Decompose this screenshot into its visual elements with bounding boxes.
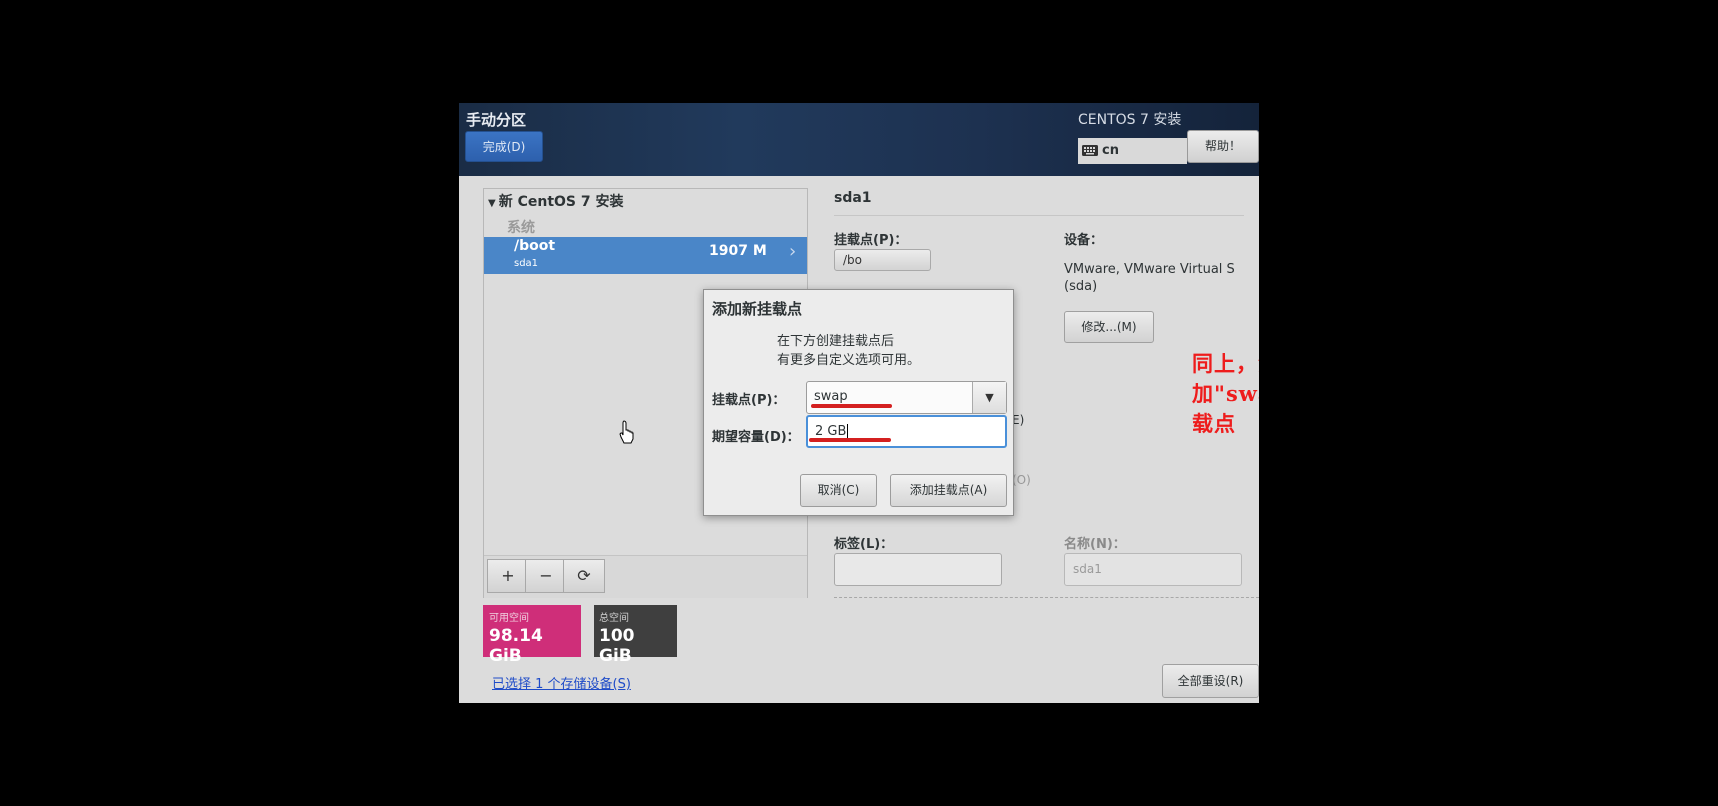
chevron-right-icon: › [789, 241, 797, 262]
partition-mount-label: /boot [514, 238, 556, 254]
keyboard-icon [1082, 145, 1098, 156]
dialog-description-line-1: 在下方创建挂载点后 [777, 334, 895, 349]
annotation-underline-1 [811, 404, 892, 408]
product-title: CENTOS 7 安装 [1078, 112, 1182, 128]
partition-toolbar: + − ⟳ [484, 555, 807, 598]
help-button[interactable]: 帮助！ [1187, 130, 1259, 163]
total-space-box: 总空间 100 GiB [594, 605, 677, 666]
expander-arrow-icon[interactable]: ▼ [488, 198, 496, 209]
page-title: 手动分区 [466, 111, 527, 129]
dashed-divider [834, 597, 1259, 598]
mount-point-combobox[interactable]: swap ▼ [806, 381, 1007, 414]
total-space-label: 总空间 [599, 613, 629, 624]
hand-cursor-icon [619, 420, 634, 444]
dropdown-arrow-icon[interactable]: ▼ [972, 382, 1006, 413]
add-partition-button[interactable]: + [487, 559, 529, 593]
partition-size-label: 1907 M [709, 243, 767, 259]
available-space-label: 可用空间 [489, 613, 529, 624]
selected-storage-link[interactable]: 已选择 1 个存储设备(S) [492, 673, 631, 692]
details-mount-label: 挂载点(P)： [834, 233, 908, 248]
name-input[interactable]: sda1 [1064, 553, 1242, 586]
keyboard-layout-indicator[interactable]: cn [1078, 138, 1187, 164]
details-title: sda1 [834, 190, 872, 206]
partition-device-label: sda1 [514, 258, 539, 269]
modify-button[interactable]: 修改...(M) [1064, 311, 1154, 343]
partition-row-boot[interactable]: /boot sda1 1907 M › [484, 237, 807, 274]
install-tree-header[interactable]: ▼ 新 CentOS 7 安装 [488, 191, 623, 211]
system-group-label: 系统 [507, 220, 535, 236]
desired-capacity-value: 2 GB [815, 424, 847, 439]
dialog-title: 添加新挂载点 [712, 300, 803, 318]
details-name-label: 名称(N)： [1064, 537, 1126, 552]
add-mount-point-button[interactable]: 添加挂载点(A) [890, 474, 1007, 507]
label-input[interactable] [834, 553, 1002, 586]
reset-all-button[interactable]: 全部重设(R) [1162, 664, 1259, 698]
mount-point-value[interactable]: swap [814, 389, 848, 404]
keyboard-layout-label: cn [1102, 143, 1119, 158]
details-label-label: 标签(L)： [834, 537, 894, 552]
remove-partition-button[interactable]: − [525, 559, 567, 593]
add-mount-point-dialog: 添加新挂载点 在下方创建挂载点后 有更多自定义选项可用。 挂载点(P)： swa… [703, 289, 1014, 516]
details-device-value: VMware, VMware Virtual S (sda) [1064, 262, 1235, 294]
refresh-button[interactable]: ⟳ [563, 559, 605, 593]
total-space-value: 100 GiB [599, 626, 635, 666]
cancel-button[interactable]: 取消(C) [800, 474, 877, 507]
text-caret [847, 424, 849, 439]
details-divider [834, 215, 1244, 216]
annotation-underline-2 [809, 438, 891, 442]
dialog-description-line-2: 有更多自定义选项可用。 [777, 353, 921, 368]
install-tree-title: 新 CentOS 7 安装 [498, 194, 624, 210]
tutorial-annotation: 同上，添加"swap"挂载点 [1192, 351, 1259, 436]
desired-capacity-input[interactable]: 2 GB [806, 415, 1007, 448]
available-space-box: 可用空间 98.14 GiB [483, 605, 581, 666]
done-button[interactable]: 完成(D) [465, 131, 543, 162]
details-device-label: 设备： [1064, 233, 1104, 248]
header-bar: 手动分区 完成(D) CENTOS 7 安装 cn 帮助！ [459, 103, 1259, 176]
details-mount-field[interactable]: /bo [834, 249, 931, 271]
desired-capacity-label: 期望容量(D)： [712, 430, 800, 445]
details-obscured-text-2: (O) [1012, 473, 1031, 487]
mount-point-label: 挂载点(P)： [712, 393, 786, 408]
available-space-value: 98.14 GiB [489, 626, 543, 666]
